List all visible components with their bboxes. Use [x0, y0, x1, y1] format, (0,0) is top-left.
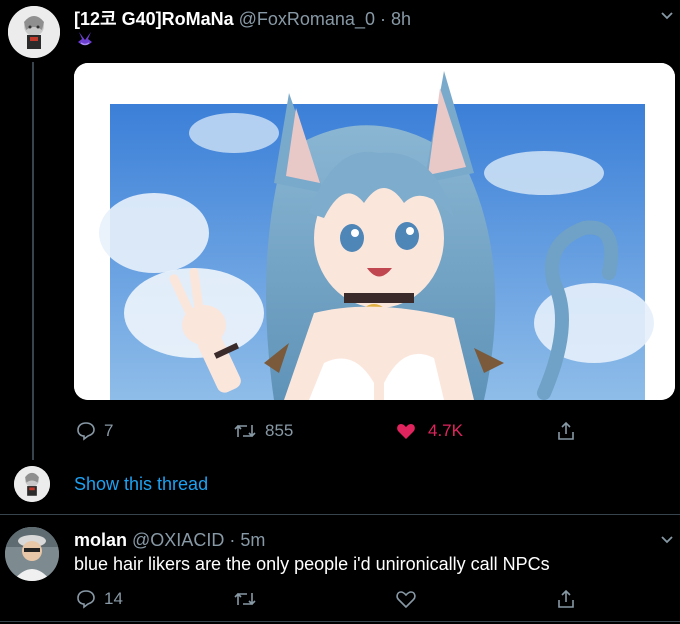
chevron-down-icon[interactable]: [660, 9, 674, 23]
show-thread-link[interactable]: Show this thread: [74, 474, 208, 495]
reply-icon: [77, 422, 95, 441]
separator: ·: [379, 9, 386, 29]
reply-button[interactable]: 14: [76, 589, 123, 609]
retweet-count: 855: [265, 421, 294, 440]
share-button[interactable]: [556, 421, 576, 441]
reply-icon: [77, 590, 95, 609]
reply-count: 7: [104, 421, 114, 440]
divider: [0, 514, 680, 515]
share-button[interactable]: [556, 589, 576, 609]
illustration-image: [74, 63, 675, 400]
separator: ·: [229, 530, 236, 550]
reply-button[interactable]: 7: [76, 421, 113, 441]
share-icon: [558, 589, 574, 608]
display-name[interactable]: [12코 G40]RoMaNa: [74, 9, 234, 29]
like-button[interactable]: [396, 589, 416, 609]
tweet-text: blue hair likers are the only people i'd…: [74, 554, 550, 574]
like-count: 4.7K: [428, 421, 463, 440]
handle[interactable]: @OXIACID: [132, 530, 224, 550]
share-icon: [558, 421, 574, 440]
tweet-header: molan @OXIACID · 5m: [74, 530, 265, 551]
reply-count: 14: [104, 589, 123, 608]
avatar[interactable]: [8, 6, 60, 58]
timestamp[interactable]: 8h: [391, 9, 411, 29]
chevron-down-icon[interactable]: [660, 533, 674, 547]
tweet-image[interactable]: [74, 63, 675, 400]
retweet-button[interactable]: [233, 589, 257, 609]
display-name[interactable]: molan: [74, 530, 127, 550]
timestamp[interactable]: 5m: [240, 530, 265, 550]
tweet-header: [12코 G40]RoMaNa @FoxRomana_0 · 8h: [74, 5, 411, 31]
avatar[interactable]: [5, 527, 59, 581]
like-icon: [397, 424, 415, 439]
retweet-icon: [234, 424, 256, 438]
thread-line: [32, 62, 34, 460]
retweet-icon: [234, 592, 256, 606]
retweet-button[interactable]: 855: [233, 421, 293, 441]
handle[interactable]: @FoxRomana_0: [239, 9, 375, 29]
like-icon: [396, 591, 416, 609]
like-button[interactable]: 4.7K: [396, 421, 463, 441]
purple-emblem-icon: [78, 32, 92, 46]
divider: [0, 621, 680, 622]
thread-avatar[interactable]: [14, 466, 50, 502]
